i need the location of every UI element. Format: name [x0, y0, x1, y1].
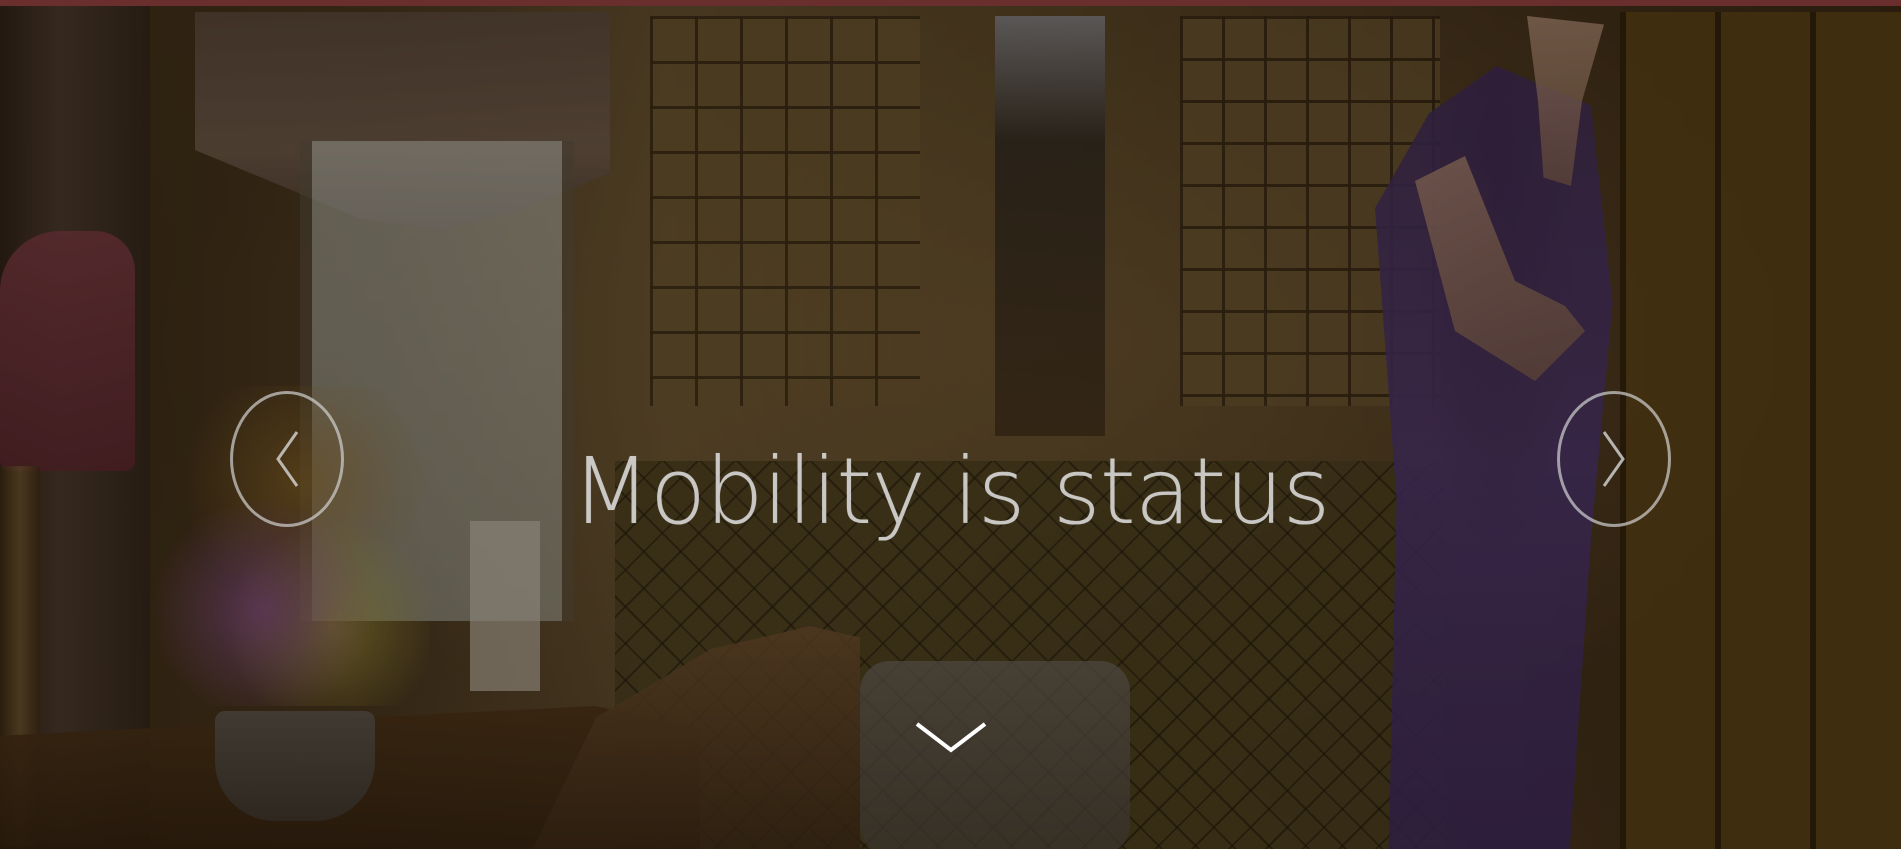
scroll-down-button[interactable] [915, 718, 987, 758]
chevron-down-icon [915, 722, 987, 753]
prev-slide-button[interactable] [230, 391, 344, 527]
chevron-right-icon [1602, 431, 1625, 487]
next-slide-button[interactable] [1557, 391, 1671, 527]
chevron-left-icon [276, 431, 299, 487]
hero-slider: Mobility is status [0, 0, 1901, 849]
